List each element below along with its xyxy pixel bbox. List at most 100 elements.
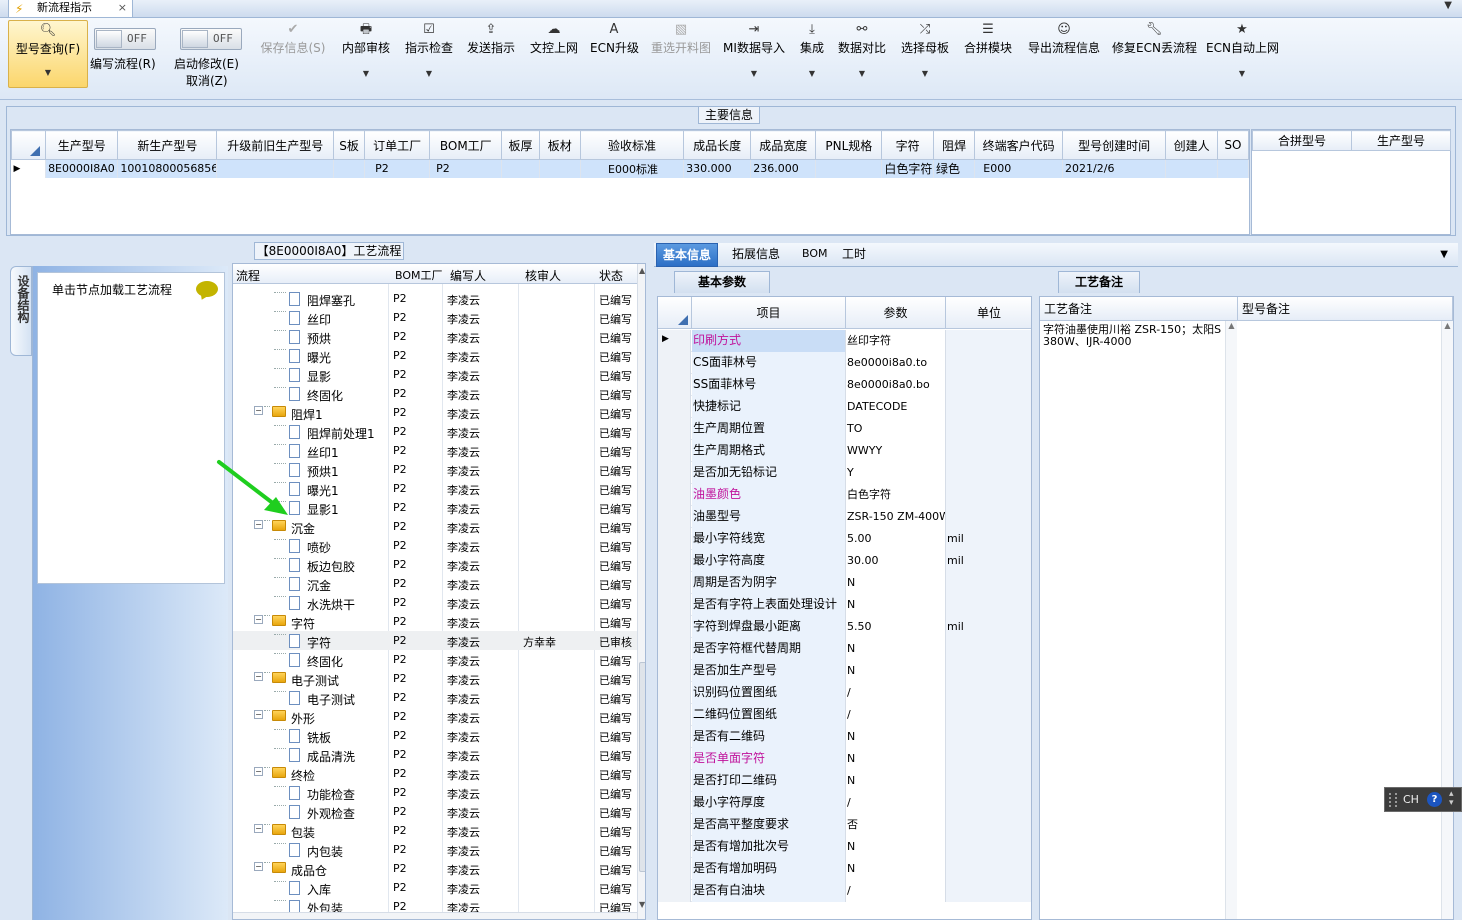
row-indicator[interactable] — [658, 594, 691, 616]
tree-row[interactable]: 曝光 P2 李凌云 已编写 — [233, 346, 637, 365]
param-row[interactable]: 是否打印二维码 N — [658, 770, 1031, 792]
ime-language[interactable]: CH — [1403, 793, 1419, 806]
table-cell[interactable]: P2 — [429, 159, 503, 178]
param-value[interactable]: 5.00 — [846, 528, 946, 550]
column-header[interactable]: 生产型号 — [1351, 130, 1451, 151]
chevron-down-icon[interactable]: ▼ — [722, 68, 786, 80]
param-value[interactable]: 8e0000i8a0.to — [846, 352, 946, 374]
param-row[interactable]: 快捷标记 DATECODE — [658, 396, 1031, 418]
vertical-scrollbar[interactable]: ▲ — [1225, 321, 1237, 919]
table-cell[interactable]: 330.000 — [683, 159, 752, 178]
table-cell[interactable] — [1217, 159, 1250, 178]
column-header[interactable]: PNL规格 — [815, 130, 883, 160]
row-indicator[interactable] — [658, 440, 691, 462]
param-row[interactable]: ▶ 印刷方式 丝印字符 — [658, 330, 1031, 352]
param-row[interactable]: 是否单面字符 N — [658, 748, 1031, 770]
chevron-down-icon[interactable]: ▼ — [899, 68, 951, 80]
select-mother-board-button[interactable]: ⤮ 选择母板 ▼ — [899, 20, 951, 92]
start-modify-button[interactable]: OFF 启动修改(E) 取消(Z) — [172, 20, 248, 92]
row-indicator-icon[interactable]: ▶ — [11, 159, 47, 178]
param-row[interactable]: 是否有增加批次号 N — [658, 836, 1031, 858]
row-indicator[interactable] — [658, 770, 691, 792]
param-row[interactable]: 是否有字符上表面处理设计 N — [658, 594, 1031, 616]
collapse-icon[interactable]: − — [254, 406, 263, 415]
row-indicator[interactable] — [658, 858, 691, 880]
column-header[interactable]: 成品长度 — [683, 130, 752, 160]
param-value[interactable]: N — [846, 836, 946, 858]
tree-row[interactable]: − 包装 P2 李凌云 已编写 — [233, 821, 637, 840]
tree-row[interactable]: 显影1 P2 李凌云 已编写 — [233, 498, 637, 517]
internal-review-button[interactable]: 🖶 内部审核 ▼ — [340, 20, 392, 92]
param-value[interactable]: 8e0000i8a0.bo — [846, 374, 946, 396]
column-header[interactable]: 升级前旧生产型号 — [216, 130, 335, 160]
collapse-icon[interactable]: − — [254, 824, 263, 833]
chevron-down-icon[interactable]: ▼ — [1440, 249, 1448, 260]
tree-row[interactable]: 喷砂 P2 李凌云 已编写 — [233, 536, 637, 555]
chevron-down-icon[interactable]: ▼ — [9, 67, 87, 79]
row-indicator[interactable] — [658, 418, 691, 440]
param-value[interactable]: 5.50 — [846, 616, 946, 638]
tree-row[interactable]: − 成品仓 P2 李凌云 已编写 — [233, 859, 637, 878]
tree-row[interactable]: 内包装 P2 李凌云 已编写 — [233, 840, 637, 859]
cancel-modify-label[interactable]: 取消(Z) — [186, 73, 228, 89]
tab-work-hours[interactable]: 工时 — [836, 243, 872, 267]
drag-handle-icon[interactable] — [1389, 793, 1397, 807]
column-header[interactable]: 单位 — [946, 297, 1031, 329]
param-value[interactable]: Y — [846, 462, 946, 484]
param-value[interactable]: N — [846, 594, 946, 616]
row-indicator[interactable] — [658, 638, 691, 660]
scroll-up-icon[interactable]: ▲ — [639, 266, 645, 275]
table-cell[interactable]: P2 — [364, 159, 431, 178]
tree-row[interactable]: 铣板 P2 李凌云 已编写 — [233, 726, 637, 745]
param-row[interactable]: 生产周期格式 WWYY — [658, 440, 1031, 462]
splitter[interactable] — [649, 267, 655, 920]
chevron-down-icon[interactable]: ▼ — [403, 68, 455, 80]
column-header[interactable]: 订单工厂 — [364, 130, 431, 160]
table-cell[interactable]: 10010800056856 — [117, 159, 218, 178]
row-indicator[interactable] — [658, 660, 691, 682]
table-cell[interactable] — [216, 159, 335, 178]
integrate-button[interactable]: ⤓ 集成 ▼ — [796, 20, 828, 92]
param-value[interactable]: N — [846, 748, 946, 770]
column-header[interactable]: 流程 — [236, 267, 260, 284]
collapse-icon[interactable]: − — [254, 710, 263, 719]
model-query-button[interactable]: 🔍︎ 型号查询(F) ▼ — [8, 20, 88, 88]
row-indicator[interactable] — [658, 792, 691, 814]
param-row[interactable]: 周期是否为阴字 N — [658, 572, 1031, 594]
param-row[interactable]: 是否加无铅标记 Y — [658, 462, 1031, 484]
tree-row[interactable]: − 字符 P2 李凌云 已编写 — [233, 612, 637, 631]
column-header[interactable]: 板厚 — [501, 130, 540, 160]
param-row[interactable]: 最小字符线宽 5.00 mil — [658, 528, 1031, 550]
column-header[interactable]: BOM工厂 — [395, 267, 443, 283]
row-indicator[interactable] — [658, 616, 691, 638]
param-row[interactable]: 是否有二维码 N — [658, 726, 1031, 748]
param-value[interactable]: / — [846, 880, 946, 902]
row-indicator[interactable] — [658, 748, 691, 770]
data-compare-button[interactable]: ⚯ 数据对比 ▼ — [836, 20, 888, 92]
vertical-scrollbar[interactable]: ▲ ▼ — [637, 264, 645, 919]
reselect-cutting-button[interactable]: ▧ 重选开料图 — [648, 20, 714, 92]
tree-row[interactable]: 沉金 P2 李凌云 已编写 — [233, 574, 637, 593]
table-cell[interactable] — [501, 159, 540, 178]
table-cell[interactable] — [815, 159, 883, 178]
param-value[interactable]: N — [846, 572, 946, 594]
param-value[interactable]: N — [846, 858, 946, 880]
check-instruction-button[interactable]: ☑ 指示检查 ▼ — [403, 20, 455, 92]
tab-basic-info[interactable]: 基本信息 — [656, 243, 719, 267]
ecn-upgrade-button[interactable]: A ECN升级 — [590, 20, 639, 92]
param-value[interactable]: N — [846, 770, 946, 792]
tree-row[interactable]: 丝印1 P2 李凌云 已编写 — [233, 441, 637, 460]
fix-ecn-flow-button[interactable]: 🔧︎ 修复ECN丢流程 — [1112, 20, 1197, 92]
table-cell[interactable]: 8E0000I8A0 — [45, 159, 119, 178]
param-value[interactable]: ZSR-150 ZM-400WF — [846, 506, 946, 528]
column-header[interactable]: 状态 — [599, 267, 623, 284]
table-cell[interactable]: E000 — [974, 159, 1064, 178]
combine-module-button[interactable]: ☰ 合拼模块 — [962, 20, 1014, 92]
chevron-down-icon[interactable]: ▼ — [836, 68, 888, 80]
column-header[interactable]: 阻焊 — [932, 130, 976, 160]
column-header[interactable]: 参数 — [846, 297, 946, 329]
row-indicator[interactable] — [658, 682, 691, 704]
column-header[interactable]: 字符 — [881, 130, 934, 160]
param-value[interactable]: N — [846, 726, 946, 748]
save-info-button[interactable]: ✔ 保存信息(S) — [258, 20, 328, 92]
